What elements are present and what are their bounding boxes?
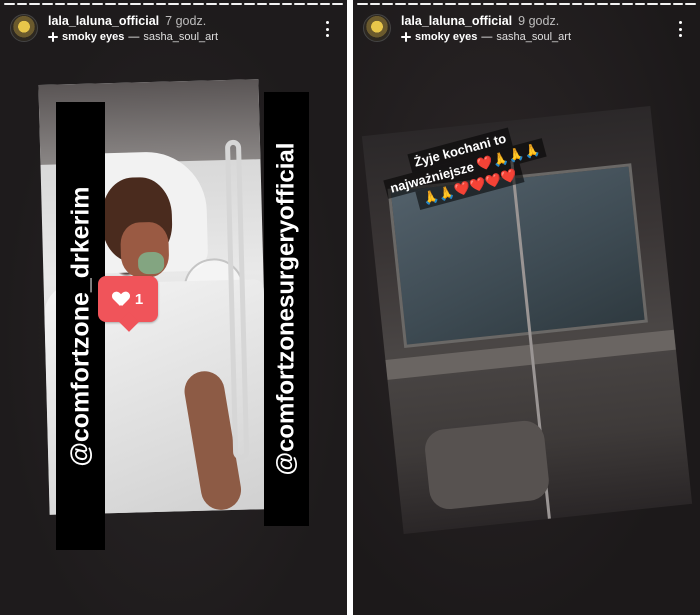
progress-segment	[420, 3, 431, 5]
progress-segment	[16, 3, 28, 5]
avatar[interactable]	[10, 14, 38, 42]
progress-segment	[193, 3, 204, 5]
progress-segment	[218, 3, 230, 5]
progress-segment	[117, 3, 129, 5]
progress-segment	[660, 3, 671, 5]
progress-segment	[105, 3, 116, 5]
progress-segment	[142, 3, 154, 5]
like-count: 1	[134, 290, 144, 308]
progress-segment	[4, 3, 15, 5]
progress-segment	[458, 3, 469, 5]
progress-segment	[319, 3, 331, 5]
progress-segment	[92, 3, 103, 5]
story-header: lala_laluna_official 7 godz. smoky eyes —…	[10, 12, 337, 46]
progress-segment	[206, 3, 217, 5]
music-info[interactable]: smoky eyes — sasha_soul_art	[401, 31, 571, 43]
progress-segment	[369, 3, 381, 5]
progress-segment	[596, 3, 608, 5]
username-text[interactable]: lala_laluna_official	[48, 14, 159, 28]
mention-text: @comfortzonesurgeryofficial	[272, 142, 300, 476]
song-title: smoky eyes	[62, 31, 125, 43]
progress-segment	[546, 3, 557, 5]
progress-segment	[41, 3, 53, 5]
progress-segment	[168, 3, 179, 5]
progress-segment	[231, 3, 242, 5]
music-info[interactable]: smoky eyes — sasha_soul_art	[48, 31, 218, 43]
more-options-icon[interactable]	[319, 20, 335, 38]
progress-segment	[54, 3, 66, 5]
progress-segment	[584, 3, 595, 5]
progress-segment	[495, 3, 507, 5]
progress-segment	[332, 3, 343, 5]
like-sticker[interactable]: 1	[98, 276, 158, 322]
progress-segment	[559, 3, 570, 5]
progress-segment	[533, 3, 545, 5]
progress-segment	[155, 3, 167, 5]
more-options-icon[interactable]	[672, 20, 688, 38]
artist-name: sasha_soul_art	[143, 31, 218, 43]
progress-segment	[622, 3, 633, 5]
progress-segment	[634, 3, 646, 5]
story-progress-bar	[357, 3, 696, 5]
music-separator: —	[481, 31, 493, 43]
progress-segment	[483, 3, 494, 5]
story-header: lala_laluna_official 9 godz. smoky eyes —…	[363, 12, 690, 46]
sparkle-icon	[48, 32, 58, 42]
progress-segment	[521, 3, 532, 5]
mention-text: @comfortzone_drkerim	[66, 186, 94, 466]
stories-comparison: lala_laluna_official 7 godz. smoky eyes —…	[0, 0, 700, 615]
progress-segment	[382, 3, 393, 5]
mention-sticker-surgery[interactable]: @comfortzonesurgeryofficial	[264, 92, 309, 526]
progress-segment	[243, 3, 255, 5]
progress-segment	[79, 3, 91, 5]
progress-segment	[432, 3, 444, 5]
song-title: smoky eyes	[415, 31, 478, 43]
username-text[interactable]: lala_laluna_official	[401, 14, 512, 28]
progress-segment	[307, 3, 318, 5]
progress-segment	[294, 3, 305, 5]
mention-sticker-drkerim[interactable]: @comfortzone_drkerim	[56, 102, 105, 550]
progress-segment	[672, 3, 684, 5]
progress-segment	[571, 3, 583, 5]
post-time: 7 godz.	[165, 14, 207, 28]
post-time: 9 godz.	[518, 14, 560, 28]
progress-segment	[281, 3, 293, 5]
avatar[interactable]	[363, 14, 391, 42]
sparkle-icon	[401, 32, 411, 42]
progress-segment	[269, 3, 280, 5]
progress-segment	[445, 3, 456, 5]
progress-segment	[256, 3, 268, 5]
progress-segment	[357, 3, 368, 5]
progress-segment	[647, 3, 658, 5]
progress-segment	[685, 3, 696, 5]
artist-name: sasha_soul_art	[496, 31, 571, 43]
progress-segment	[407, 3, 419, 5]
progress-segment	[508, 3, 520, 5]
progress-segment	[180, 3, 192, 5]
progress-segment	[130, 3, 141, 5]
music-separator: —	[128, 31, 140, 43]
story-progress-bar	[4, 3, 343, 5]
progress-segment	[470, 3, 482, 5]
username[interactable]: lala_laluna_official 9 godz.	[401, 14, 559, 28]
progress-segment	[67, 3, 78, 5]
progress-segment	[609, 3, 621, 5]
progress-segment	[29, 3, 40, 5]
progress-segment	[394, 3, 406, 5]
username[interactable]: lala_laluna_official 7 godz.	[48, 14, 206, 28]
heart-icon	[113, 292, 129, 307]
